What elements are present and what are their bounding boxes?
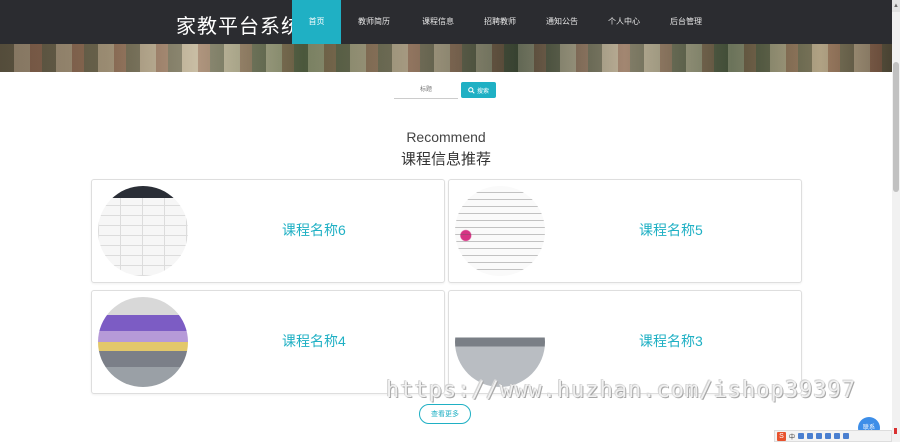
scrollbar-thumb[interactable] (893, 62, 899, 192)
section-title-cn: 课程信息推荐 (400, 151, 491, 168)
course-card[interactable]: 课程名称4 (91, 290, 445, 394)
course-card[interactable]: 课程名称3 (448, 290, 802, 394)
nav-item-home[interactable]: 首页 (292, 0, 341, 44)
scroll-up-arrow-icon[interactable]: ▲ (892, 0, 900, 12)
ime-microphone-icon[interactable] (816, 433, 823, 439)
course-thumbnail (98, 186, 188, 276)
section-title-en: Recommend (406, 129, 486, 145)
nav-menu: 首页 教师简历 课程信息 招聘教师 通知公告 个人中心 后台管理 (292, 0, 717, 44)
nav-item-recruit-teacher[interactable]: 招聘教师 (469, 0, 531, 44)
ime-tools-icon[interactable] (843, 433, 850, 439)
ime-logo-icon: S (777, 431, 786, 441)
page-scrollbar[interactable]: ▲ (892, 0, 900, 442)
course-title: 课程名称4 (282, 333, 346, 349)
course-card[interactable]: 课程名称5 (448, 179, 802, 283)
course-title: 课程名称5 (639, 222, 703, 238)
course-card[interactable]: 课程名称6 (91, 179, 445, 283)
search-button-label: 搜索 (476, 88, 489, 95)
course-title: 课程名称6 (282, 222, 346, 238)
site-brand[interactable]: 家教平台系统 (176, 10, 302, 39)
nav-item-user-center[interactable]: 个人中心 (593, 0, 655, 44)
notification-flag-icon (894, 428, 897, 434)
nav-item-notice[interactable]: 通知公告 (531, 0, 593, 44)
ime-toolbar[interactable]: S 中 (774, 430, 892, 442)
nav-item-course-info[interactable]: 课程信息 (407, 0, 469, 44)
nav-item-admin[interactable]: 后台管理 (655, 0, 717, 44)
ime-emoji-icon[interactable] (807, 433, 814, 439)
course-thumbnail (455, 186, 545, 276)
top-navbar: 家教平台系统 首页 教师简历 课程信息 招聘教师 通知公告 个人中心 后台管理 (0, 0, 892, 44)
search-button[interactable]: 搜索 (461, 82, 496, 98)
ime-skin-icon[interactable] (834, 433, 841, 439)
course-title: 课程名称3 (639, 333, 703, 349)
ime-keyboard-icon[interactable] (825, 433, 832, 439)
search-icon (468, 86, 475, 94)
ime-punctuation-icon[interactable] (798, 433, 805, 439)
search-input[interactable] (394, 82, 458, 99)
view-more-button[interactable]: 查看更多 (419, 404, 471, 424)
ime-mode-label[interactable]: 中 (789, 432, 795, 441)
nav-item-teacher-resume[interactable]: 教师简历 (341, 0, 407, 44)
course-thumbnail (98, 297, 188, 387)
course-thumbnail (455, 297, 545, 387)
